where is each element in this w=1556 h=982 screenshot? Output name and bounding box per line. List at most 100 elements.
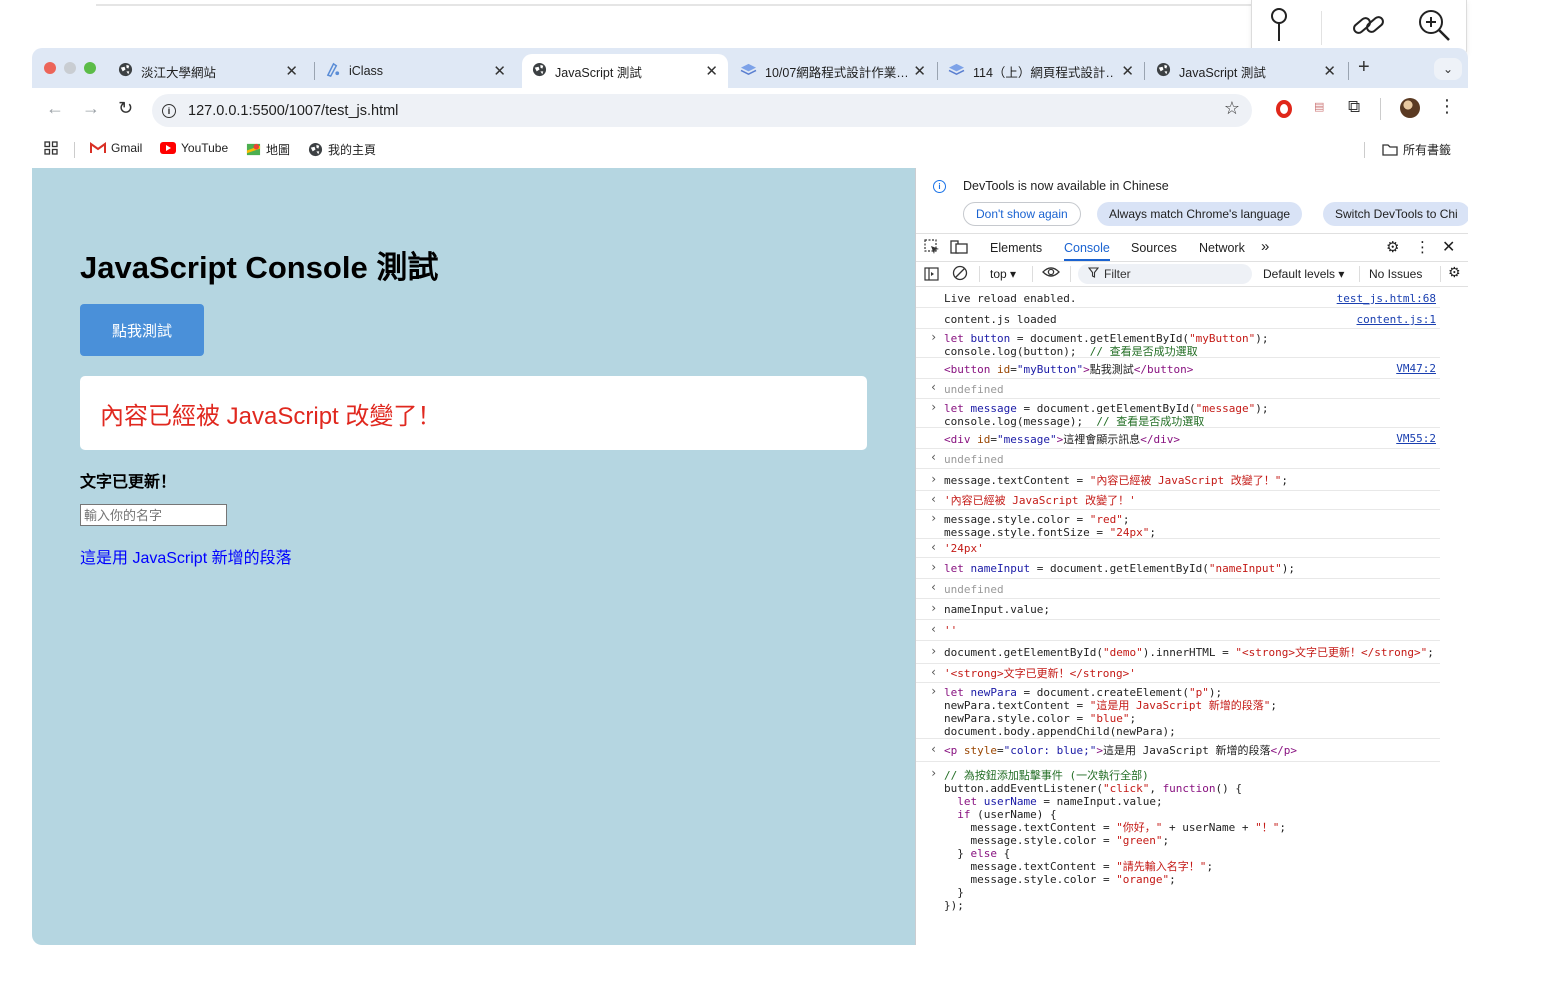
settings-gear-icon[interactable]: ⚙ xyxy=(1386,238,1399,256)
address-url: 127.0.0.1:5500/1007/test_js.html xyxy=(188,102,399,119)
always-match-language-button[interactable]: Always match Chrome's language xyxy=(1097,202,1303,226)
bookmark-maps[interactable]: 地圖 xyxy=(246,141,290,158)
result-arrow-icon: ‹ xyxy=(930,742,938,756)
console-result-row: ‹ '內容已經被 JavaScript 改變了！' xyxy=(916,491,1440,510)
pin-icon[interactable] xyxy=(1267,7,1291,48)
result-arrow-icon: ‹ xyxy=(930,540,938,554)
close-window-dot[interactable] xyxy=(44,62,56,74)
console-log-row: <button id="myButton">點我測試</button> VM47… xyxy=(916,358,1440,379)
issues-counter[interactable]: No Issues xyxy=(1369,267,1422,281)
eye-icon[interactable] xyxy=(1042,265,1060,282)
console-result-row: ‹ undefined xyxy=(916,379,1440,399)
tab-network[interactable]: Network xyxy=(1199,241,1245,255)
bookmark-homepage[interactable]: 我的主頁 xyxy=(308,141,376,158)
minimize-window-dot[interactable] xyxy=(64,62,76,74)
back-arrow-icon[interactable]: ← xyxy=(46,98,64,119)
input-chevron-icon: › xyxy=(930,684,938,698)
tab-js-test-active[interactable]: JavaScript 測試 ✕ xyxy=(522,54,728,88)
all-bookmarks-button[interactable]: 所有書籤 xyxy=(1382,141,1451,158)
tab-elements[interactable]: Elements xyxy=(990,241,1042,255)
tab-js-test-2[interactable]: JavaScript 測試 ✕ xyxy=(1146,54,1346,88)
tab-iclass[interactable]: iClass ✕ xyxy=(316,54,516,88)
console-settings-gear-icon[interactable]: ⚙ xyxy=(1448,264,1461,281)
tab-homework[interactable]: 10/07網路程式設計作業… ✕ xyxy=(730,54,936,88)
console-result-row: ‹ '24px' xyxy=(916,539,1440,558)
tab-separator xyxy=(314,62,315,80)
context-selector[interactable]: top ▾ xyxy=(990,267,1016,281)
input-chevron-icon: › xyxy=(930,330,938,344)
close-tab-icon[interactable]: ✕ xyxy=(285,62,298,80)
console-input: message.style.color = "red"; message.sty… xyxy=(944,513,1156,539)
console-input-row: › let message = document.getElementById(… xyxy=(916,399,1440,428)
reload-icon[interactable]: ↻ xyxy=(118,98,133,119)
tab-tku[interactable]: 淡江大學網站 ✕ xyxy=(108,54,308,88)
puzzle-extensions-icon[interactable]: ⧉ xyxy=(1348,97,1360,117)
close-devtools-icon[interactable]: ✕ xyxy=(1442,237,1455,257)
result-arrow-icon: ‹ xyxy=(930,492,938,506)
apps-grid-icon[interactable] xyxy=(44,141,58,155)
source-link[interactable]: content.js:1 xyxy=(1357,313,1436,326)
iclass-icon xyxy=(326,62,341,80)
sidebar-toggle-icon[interactable] xyxy=(924,267,939,284)
new-tab-button[interactable]: + xyxy=(1358,56,1370,79)
source-link[interactable]: VM55:2 xyxy=(1396,432,1436,445)
globe-icon xyxy=(308,142,323,157)
extension-icon[interactable]: ▤ xyxy=(1314,100,1324,113)
console-result-row: ‹ '<strong>文字已更新！</strong>' xyxy=(916,664,1440,683)
log-levels-dropdown[interactable]: Default levels ▾ xyxy=(1263,267,1344,281)
info-icon: i xyxy=(933,180,946,193)
clear-console-icon[interactable] xyxy=(952,265,968,284)
bookmark-gmail[interactable]: Gmail xyxy=(90,141,142,155)
bookmark-star-icon[interactable]: ☆ xyxy=(1224,98,1240,119)
name-input[interactable] xyxy=(80,504,227,526)
input-chevron-icon: › xyxy=(930,472,938,486)
input-chevron-icon: › xyxy=(930,560,938,574)
switch-devtools-language-button[interactable]: Switch DevTools to Chi xyxy=(1323,202,1468,226)
address-bar[interactable]: i 127.0.0.1:5500/1007/test_js.html ☆ xyxy=(152,94,1252,127)
toolbar-divider xyxy=(1320,10,1322,45)
dont-show-again-button[interactable]: Don't show again xyxy=(963,202,1081,226)
tab-sources[interactable]: Sources xyxy=(1131,241,1177,255)
tab-separator xyxy=(1348,62,1349,80)
tab-course[interactable]: 114（上）網頁程式設計… ✕ xyxy=(938,54,1144,88)
forward-arrow-icon[interactable]: → xyxy=(82,98,100,119)
console-input-row: › document.getElementById("demo").innerH… xyxy=(916,641,1440,664)
input-chevron-icon: › xyxy=(930,644,938,658)
close-tab-icon[interactable]: ✕ xyxy=(913,62,926,80)
source-link[interactable]: test_js.html:68 xyxy=(1337,292,1436,305)
opera-extension-icon[interactable] xyxy=(1276,100,1292,118)
site-info-icon[interactable]: i xyxy=(162,103,176,118)
toolbar-divider xyxy=(1359,266,1360,282)
tab-search-button[interactable]: ⌄ xyxy=(1434,58,1462,80)
zoom-in-icon[interactable] xyxy=(1417,8,1451,47)
console-input-row: › nameInput.value; xyxy=(916,599,1440,620)
device-toolbar-icon[interactable] xyxy=(950,239,968,258)
console-result-row: ‹ undefined xyxy=(916,449,1440,469)
tab-console[interactable]: Console xyxy=(1064,241,1110,261)
profile-avatar[interactable] xyxy=(1400,98,1420,118)
input-chevron-icon: › xyxy=(930,766,938,780)
top-border-line xyxy=(96,4,1256,6)
result-arrow-icon: ‹ xyxy=(930,450,938,464)
toolbar-divider xyxy=(1070,266,1071,282)
zoom-window-dot[interactable] xyxy=(84,62,96,74)
source-link[interactable]: VM47:2 xyxy=(1396,362,1436,375)
devtools-menu-icon[interactable]: ⋮ xyxy=(1415,238,1430,256)
close-tab-icon[interactable]: ✕ xyxy=(1121,62,1134,80)
toolbar-divider xyxy=(979,266,980,282)
bookmark-youtube[interactable]: YouTube xyxy=(160,141,228,155)
link-icon[interactable] xyxy=(1351,10,1387,45)
console-filter-input[interactable]: Filter xyxy=(1078,264,1252,284)
more-tabs-icon[interactable]: » xyxy=(1261,238,1269,255)
console-input: let newPara = document.createElement("p"… xyxy=(944,686,1278,738)
browser-window: 淡江大學網站 ✕ iClass ✕ JavaScript 測試 ✕ 10/07網… xyxy=(32,48,1468,945)
chrome-menu-icon[interactable]: ⋮ xyxy=(1438,96,1456,117)
toolbar-divider xyxy=(1032,266,1033,282)
console-log-row: content.js loaded content.js:1 xyxy=(916,308,1440,329)
close-tab-icon[interactable]: ✕ xyxy=(493,62,506,80)
my-button[interactable]: 點我測試 xyxy=(80,304,204,356)
close-tab-icon[interactable]: ✕ xyxy=(705,62,718,80)
inspect-element-icon[interactable] xyxy=(924,239,940,258)
close-tab-icon[interactable]: ✕ xyxy=(1323,62,1336,80)
result-arrow-icon: ‹ xyxy=(930,380,938,394)
